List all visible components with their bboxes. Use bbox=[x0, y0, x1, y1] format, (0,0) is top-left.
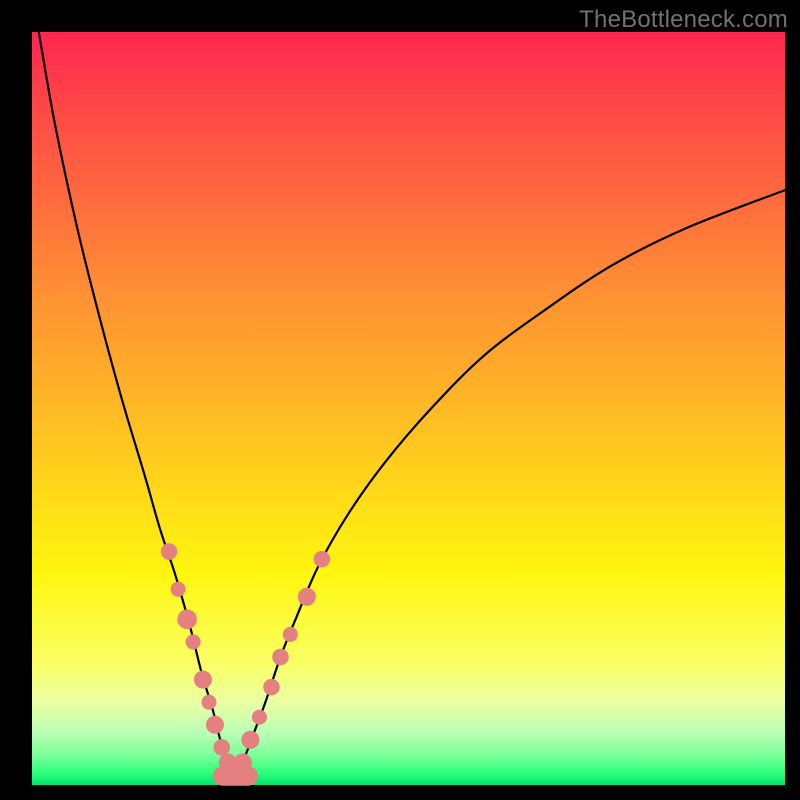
data-marker bbox=[213, 739, 230, 756]
data-marker bbox=[206, 716, 224, 734]
data-marker bbox=[241, 731, 259, 749]
left-branch-curve bbox=[39, 32, 236, 781]
data-marker bbox=[161, 543, 178, 560]
valley-capsule bbox=[213, 766, 258, 786]
data-marker bbox=[177, 610, 197, 630]
data-marker bbox=[298, 588, 316, 606]
data-marker bbox=[186, 634, 201, 649]
watermark-text: TheBottleneck.com bbox=[579, 6, 788, 34]
right-branch-curve bbox=[235, 190, 785, 781]
data-marker bbox=[263, 679, 280, 696]
data-marker bbox=[171, 582, 186, 597]
data-marker bbox=[314, 551, 331, 568]
data-marker bbox=[252, 710, 267, 725]
data-markers bbox=[161, 543, 330, 771]
plot-area bbox=[32, 32, 785, 785]
data-marker bbox=[194, 671, 212, 689]
chart-svg bbox=[32, 32, 785, 785]
data-marker bbox=[201, 695, 216, 710]
data-marker bbox=[283, 627, 298, 642]
chart-frame: TheBottleneck.com bbox=[0, 0, 800, 800]
data-marker bbox=[272, 649, 289, 666]
